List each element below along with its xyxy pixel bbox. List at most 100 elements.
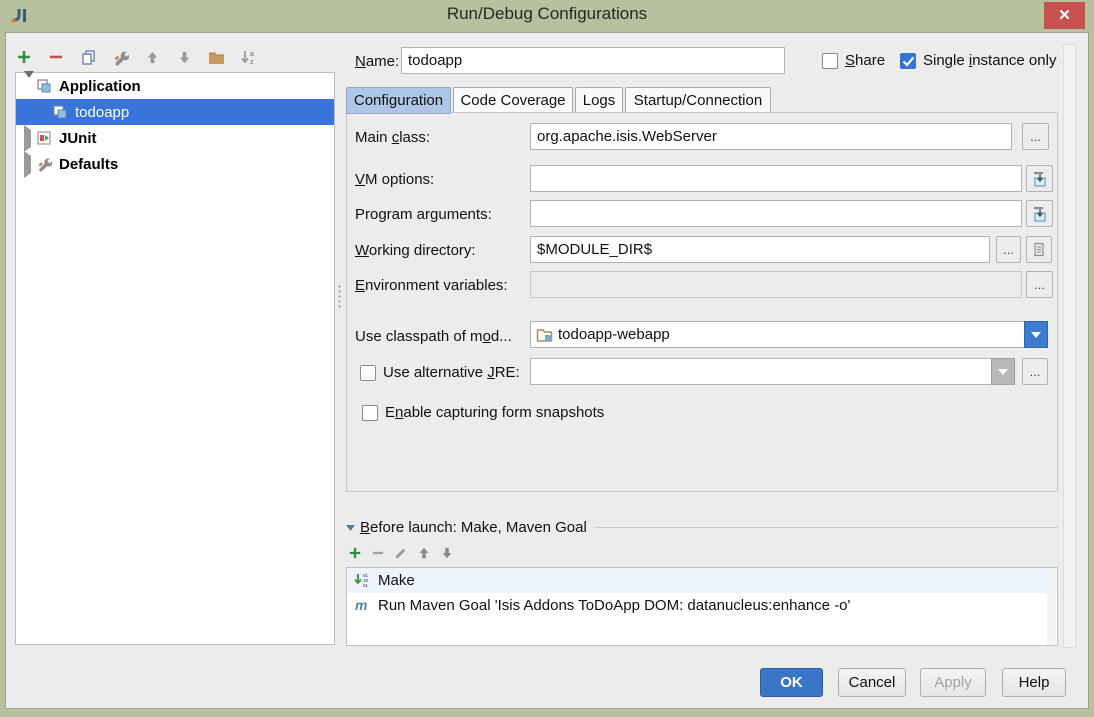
tab-logs[interactable]: Logs <box>575 87 623 113</box>
task-label: Run Maven Goal 'Isis Addons ToDoApp DOM:… <box>378 597 850 614</box>
working-directory-input[interactable] <box>530 236 990 263</box>
environment-variables-input[interactable] <box>530 271 1022 298</box>
use-alternative-jre-checkbox[interactable]: Use alternative JRE: <box>360 364 520 381</box>
close-icon: ✕ <box>1058 8 1071 23</box>
application-icon <box>36 78 54 94</box>
insert-macro-button[interactable] <box>1026 236 1052 263</box>
tree-item-label: todoapp <box>75 104 129 121</box>
ellipsis-icon: ... <box>1003 242 1014 257</box>
expand-arrow-icon[interactable] <box>24 78 36 95</box>
program-arguments-input[interactable] <box>530 200 1022 227</box>
main-class-label: Main class: <box>355 129 430 146</box>
edit-defaults-button[interactable] <box>109 46 131 68</box>
add-configuration-button[interactable] <box>13 46 35 68</box>
jre-combobox[interactable] <box>530 358 1015 385</box>
jre-dropdown-button[interactable] <box>991 358 1015 385</box>
right-scrollbar[interactable] <box>1063 44 1076 648</box>
tab-code-coverage[interactable]: Code Coverage <box>453 87 573 113</box>
create-folder-button[interactable] <box>205 46 227 68</box>
maven-icon: m <box>354 597 371 614</box>
expand-editor-icon <box>1032 206 1048 222</box>
expand-program-arguments-button[interactable] <box>1026 200 1053 227</box>
collapse-triangle-icon <box>346 524 355 532</box>
browse-main-class-button[interactable]: ... <box>1022 123 1049 150</box>
tree-item-defaults[interactable]: Defaults <box>16 151 334 177</box>
edit-task-button[interactable] <box>394 546 408 560</box>
run-debug-configurations-dialog: Run/Debug Configurations ✕ <box>0 0 1094 717</box>
single-instance-checkbox[interactable]: Single instance only <box>900 52 1056 69</box>
name-input[interactable] <box>401 47 785 74</box>
share-checkbox[interactable]: Share <box>822 52 885 69</box>
move-configuration-up-button[interactable] <box>141 46 163 68</box>
arrow-up-icon <box>145 50 160 65</box>
module-icon <box>536 327 553 342</box>
sort-configurations-button[interactable]: a z <box>237 46 259 68</box>
cancel-button[interactable]: Cancel <box>838 668 906 697</box>
collapse-arrow-icon[interactable] <box>24 156 36 173</box>
browse-working-directory-button[interactable]: ... <box>996 236 1021 263</box>
collapse-arrow-icon[interactable] <box>24 130 36 147</box>
ellipsis-icon: ... <box>1034 277 1045 292</box>
browse-environment-variables-button[interactable]: ... <box>1026 271 1053 298</box>
tree-item-application[interactable]: Application <box>16 73 334 99</box>
expand-editor-icon <box>1032 171 1048 187</box>
document-icon <box>1032 242 1046 257</box>
help-button[interactable]: Help <box>1002 668 1066 697</box>
checkbox-unchecked-icon <box>822 53 838 69</box>
folder-icon <box>208 50 225 65</box>
tree-item-junit[interactable]: JUnit <box>16 125 334 151</box>
checkbox-unchecked-icon <box>362 405 378 421</box>
tree-item-label: Application <box>59 78 141 95</box>
combo-dropdown-button[interactable] <box>1024 321 1048 348</box>
environment-variables-label: Environment variables: <box>355 277 508 294</box>
module-combobox-value: todoapp-webapp <box>558 326 670 343</box>
splitter-handle[interactable] <box>337 284 342 310</box>
checkbox-checked-icon <box>900 53 916 69</box>
plus-icon <box>348 546 362 560</box>
apply-button[interactable]: Apply <box>920 668 986 697</box>
svg-text:z: z <box>250 59 254 66</box>
titlebar: Run/Debug Configurations ✕ <box>0 0 1094 32</box>
pencil-icon <box>394 546 408 560</box>
use-classpath-label: Use classpath of mod... <box>355 328 512 345</box>
tree-item-todoapp[interactable]: todoapp <box>16 99 334 125</box>
checkbox-unchecked-icon <box>360 365 376 381</box>
task-list-item-maven-goal[interactable]: m Run Maven Goal 'Isis Addons ToDoApp DO… <box>347 593 1057 618</box>
plus-icon <box>16 49 32 65</box>
task-list-scrollbar[interactable] <box>1047 569 1056 645</box>
copy-configuration-button[interactable] <box>77 46 99 68</box>
move-task-down-button[interactable] <box>440 546 454 560</box>
remove-task-button[interactable] <box>371 546 385 560</box>
window-title: Run/Debug Configurations <box>0 4 1094 24</box>
remove-configuration-button[interactable] <box>45 46 67 68</box>
move-configuration-down-button[interactable] <box>173 46 195 68</box>
svg-text:a: a <box>250 51 254 58</box>
vm-options-input[interactable] <box>530 165 1022 192</box>
wrench-icon <box>36 156 54 172</box>
module-combobox[interactable]: todoapp-webapp <box>530 321 1048 348</box>
configurations-tree: Application todoapp JUnit <box>15 72 335 645</box>
tree-item-label: JUnit <box>59 130 97 147</box>
expand-vm-options-button[interactable] <box>1026 165 1053 192</box>
minus-icon <box>48 49 64 65</box>
browse-jre-button[interactable]: ... <box>1022 358 1048 385</box>
tab-configuration[interactable]: Configuration <box>346 87 451 114</box>
ok-button[interactable]: OK <box>760 668 823 697</box>
configurations-toolbar: a z <box>13 44 259 70</box>
main-class-input[interactable] <box>530 123 1012 150</box>
add-task-button[interactable] <box>348 546 362 560</box>
chevron-down-icon <box>1031 332 1041 338</box>
task-list-item-make[interactable]: 01 10 01 Make <box>347 568 1057 593</box>
move-task-up-button[interactable] <box>417 546 431 560</box>
tab-startup-connection[interactable]: Startup/Connection <box>625 87 771 113</box>
before-launch-section-header[interactable]: Before launch: Make, Maven Goal <box>346 519 1058 536</box>
enable-snapshots-checkbox[interactable]: Enable capturing form snapshots <box>362 404 604 421</box>
junit-icon <box>36 130 54 146</box>
task-label: Make <box>378 572 415 589</box>
ellipsis-icon: ... <box>1030 129 1041 144</box>
share-label: Share <box>845 52 885 69</box>
close-button[interactable]: ✕ <box>1044 2 1085 29</box>
section-divider <box>595 527 1058 528</box>
svg-text:01: 01 <box>363 583 369 588</box>
working-directory-label: Working directory: <box>355 242 476 259</box>
